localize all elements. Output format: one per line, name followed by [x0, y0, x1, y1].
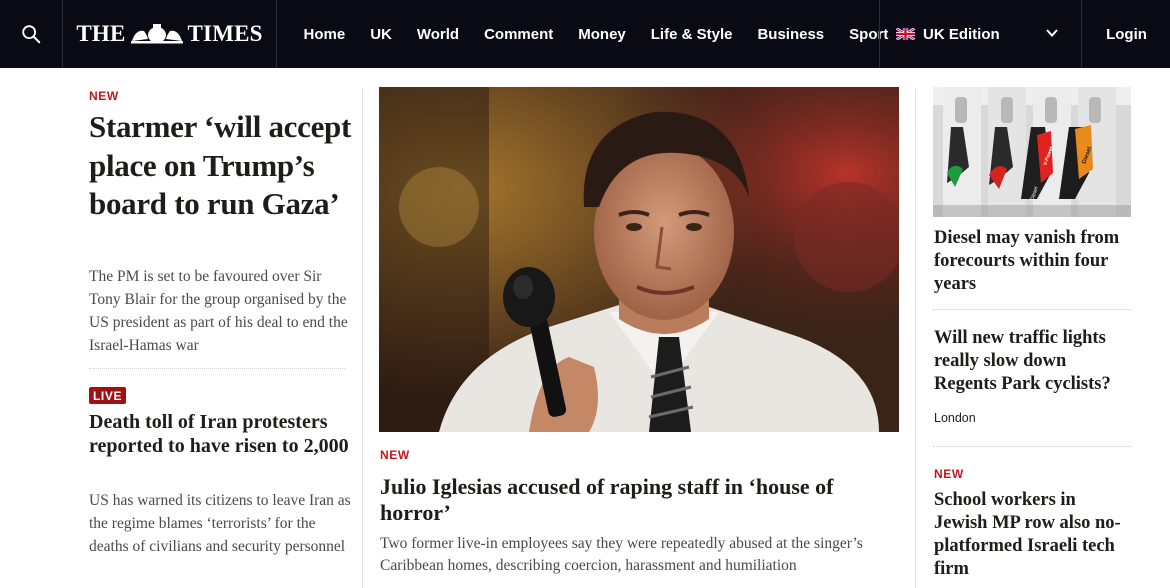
singer-with-microphone-photo — [379, 87, 899, 432]
fuel-pump-image[interactable]: Diesel V-Power Diesel — [933, 87, 1131, 217]
masthead-logo[interactable]: THE TIMES — [63, 0, 277, 68]
live-story-headline[interactable]: Death toll of Iran protesters reported t… — [89, 410, 351, 458]
search-icon — [22, 25, 41, 44]
centre-new-badge: NEW — [380, 448, 410, 462]
nav-link-life-style[interactable]: Life & Style — [638, 26, 745, 43]
side-story-3-new-badge: NEW — [934, 467, 964, 481]
centre-standfirst: Two former live-in employees say they we… — [380, 535, 863, 574]
centre-headline[interactable]: Julio Iglesias accused of raping staff i… — [380, 474, 900, 526]
nav-link-comment[interactable]: Comment — [472, 26, 566, 43]
search-button[interactable] — [0, 0, 63, 68]
login-button[interactable]: Login — [1083, 0, 1170, 68]
side-story-2-category[interactable]: London — [934, 411, 976, 425]
lead-headline[interactable]: Starmer ‘will accept place on Trump’s bo… — [89, 108, 351, 224]
divider — [933, 446, 1131, 447]
fuel-pump-nozzles-photo: Diesel V-Power Diesel — [933, 87, 1131, 217]
column-divider — [915, 88, 916, 588]
masthead-wordmark: THE TIMES — [76, 21, 262, 47]
side-story-1-headline[interactable]: Diesel may vanish from forecourts within… — [934, 227, 1132, 296]
hero-image[interactable] — [379, 87, 899, 432]
side-story-3-headline[interactable]: School workers in Jewish MP row also no-… — [934, 489, 1132, 581]
top-navigation-bar: THE TIMES Home UK World Comment Money Li… — [0, 0, 1170, 68]
chevron-down-icon — [1046, 29, 1058, 37]
royal-crest-icon — [130, 24, 183, 44]
masthead-the: THE — [76, 21, 126, 46]
masthead-times: TIMES — [187, 21, 263, 46]
divider — [89, 368, 345, 369]
nav-link-uk[interactable]: UK — [358, 26, 405, 43]
live-badge: LIVE — [89, 387, 127, 404]
section-nav: Home UK World Comment Money Life & Style… — [277, 0, 901, 68]
side-story-2-headline[interactable]: Will new traffic lights really slow down… — [934, 327, 1132, 396]
lead-new-badge: NEW — [89, 89, 119, 103]
column-divider — [362, 88, 363, 588]
nav-link-business[interactable]: Business — [745, 26, 837, 43]
edition-selector[interactable]: UK Edition — [879, 0, 1082, 68]
lead-standfirst: The PM is set to be favoured over Sir To… — [89, 268, 348, 354]
nav-link-money[interactable]: Money — [566, 26, 639, 43]
live-story-standfirst: US has warned its citizens to leave Iran… — [89, 492, 351, 555]
nav-link-home[interactable]: Home — [291, 26, 358, 43]
divider — [933, 309, 1131, 310]
edition-label: UK Edition — [923, 25, 1000, 43]
uk-flag-icon — [896, 28, 915, 40]
nav-link-world[interactable]: World — [404, 26, 471, 43]
